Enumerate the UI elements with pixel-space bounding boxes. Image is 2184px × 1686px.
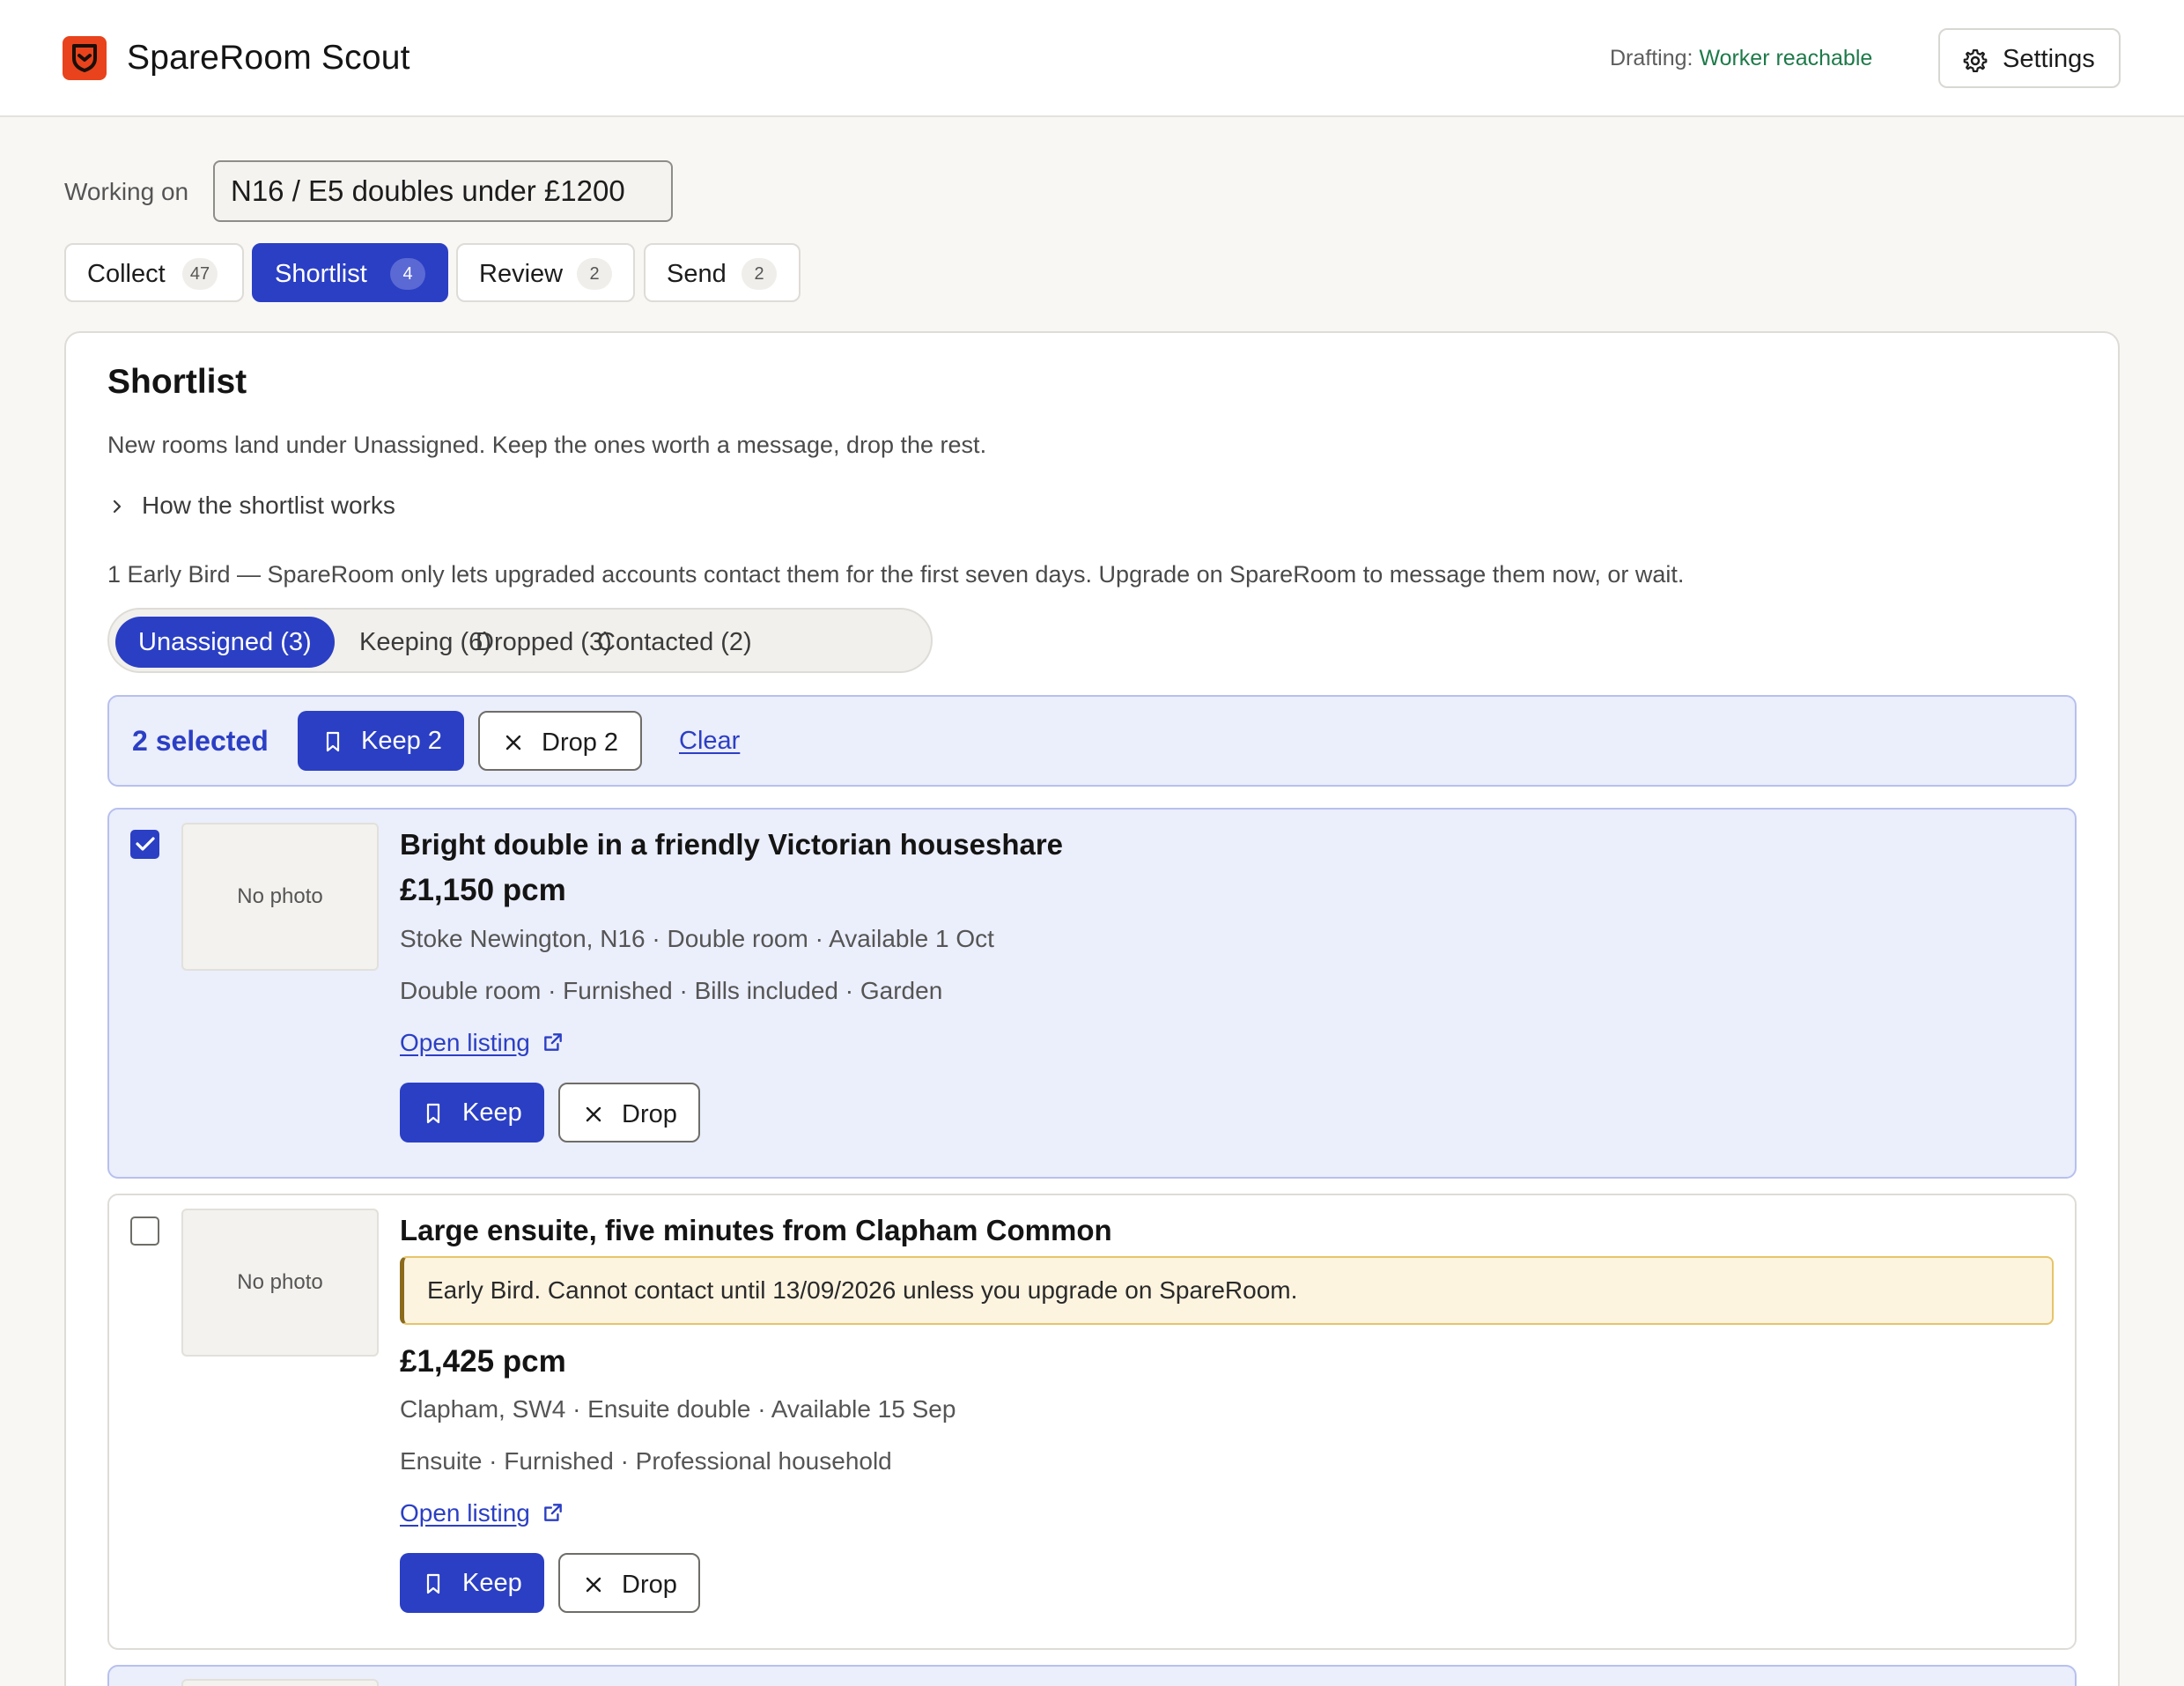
- close-icon: [586, 1106, 601, 1122]
- tab-review[interactable]: Review 2: [456, 243, 635, 302]
- tab-label: Collect: [87, 260, 166, 288]
- bookmark-icon: [426, 1103, 440, 1124]
- close-icon: [505, 735, 521, 751]
- keep-button[interactable]: Keep: [400, 1083, 544, 1142]
- listing-location: Stoke Newington, N16 · Double room · Ava…: [400, 925, 994, 952]
- open-listing-link[interactable]: Open listing: [400, 1029, 562, 1057]
- tab-label: Shortlist: [275, 260, 367, 288]
- listing-title: Large ensuite, five minutes from Clapham…: [400, 1214, 1112, 1246]
- bulk-keep-label: Keep 2: [361, 727, 442, 755]
- gear-icon: [1963, 49, 1988, 72]
- tab-send[interactable]: Send 2: [644, 243, 801, 302]
- listing-price: £1,150 pcm: [400, 873, 566, 907]
- keep-label: Keep: [462, 1098, 522, 1127]
- list-item: [107, 1665, 2077, 1686]
- close-icon: [586, 1577, 601, 1593]
- tab-label: Send: [667, 260, 727, 288]
- tab-count-badge: 4: [390, 258, 425, 290]
- tab-count-badge: 2: [577, 258, 612, 290]
- chevron-right-icon: [113, 499, 122, 514]
- listing-title: Bright double in a friendly Victorian ho…: [400, 828, 1064, 861]
- drafting-status: Drafting: Worker reachable: [1610, 46, 1872, 71]
- keep-label: Keep: [462, 1569, 522, 1597]
- tab-label: Review: [479, 260, 564, 288]
- drop-label: Drop: [622, 1571, 677, 1599]
- keep-button[interactable]: Keep: [400, 1553, 544, 1613]
- listing-features: Ensuite · Furnished · Professional house…: [400, 1447, 892, 1475]
- external-link-icon: [544, 1504, 562, 1521]
- drop-button[interactable]: Drop: [558, 1083, 700, 1142]
- tab-count-badge: 47: [182, 258, 218, 290]
- listing-photo-placeholder: [181, 1679, 379, 1686]
- filter-segmented-control: Unassigned (3) Keeping (6) Dropped (3) C…: [107, 608, 933, 673]
- bookmark-icon: [426, 1573, 440, 1594]
- listing-location: Clapham, SW4 · Ensuite double · Availabl…: [400, 1395, 956, 1423]
- drafting-status-value: Worker reachable: [1699, 46, 1873, 70]
- filter-contacted[interactable]: Contacted (2): [574, 617, 775, 668]
- external-link-icon: [544, 1033, 562, 1051]
- page-title: Shortlist: [107, 363, 247, 401]
- tab-shortlist[interactable]: Shortlist 4: [252, 243, 448, 302]
- search-name-input[interactable]: [213, 160, 673, 222]
- listing-photo-placeholder: No photo: [181, 1209, 379, 1357]
- early-bird-note: 1 Early Bird — SpareRoom only lets upgra…: [107, 561, 1685, 588]
- listing-photo-placeholder: No photo: [181, 823, 379, 971]
- listing-features: Double room · Furnished · Bills included…: [400, 977, 943, 1004]
- open-listing-label: Open listing: [400, 1499, 530, 1527]
- app-logo-icon: [63, 36, 107, 80]
- tab-count-badge: 2: [742, 258, 777, 290]
- listing-price: £1,425 pcm: [400, 1344, 566, 1379]
- listing-checkbox[interactable]: [130, 1216, 159, 1246]
- settings-label: Settings: [2003, 45, 2095, 73]
- open-listing-label: Open listing: [400, 1029, 530, 1056]
- app-title: SpareRoom Scout: [127, 39, 410, 77]
- selection-count: 2 selected: [132, 725, 269, 757]
- top-bar: SpareRoom Scout Drafting: Worker reachab…: [0, 0, 2184, 117]
- bulk-drop-button[interactable]: Drop 2: [478, 711, 642, 771]
- bookmark-icon: [326, 731, 340, 752]
- how-shortlist-works-label: How the shortlist works: [142, 492, 395, 519]
- bulk-drop-label: Drop 2: [542, 728, 619, 757]
- settings-button[interactable]: Settings: [1938, 28, 2121, 88]
- check-icon: [136, 837, 155, 851]
- drafting-label: Drafting:: [1610, 46, 1693, 70]
- early-bird-warning: Early Bird. Cannot contact until 13/09/2…: [400, 1256, 2054, 1325]
- filter-unassigned[interactable]: Unassigned (3): [115, 617, 335, 668]
- drop-button[interactable]: Drop: [558, 1553, 700, 1613]
- open-listing-link[interactable]: Open listing: [400, 1499, 562, 1527]
- bulk-keep-button[interactable]: Keep 2: [298, 711, 464, 771]
- working-on-label: Working on: [64, 178, 189, 205]
- clear-selection-link[interactable]: Clear: [679, 727, 740, 756]
- listing-checkbox[interactable]: [130, 830, 159, 859]
- shortlist-description: New rooms land under Unassigned. Keep th…: [107, 432, 987, 458]
- tab-collect[interactable]: Collect 47: [64, 243, 244, 302]
- drop-label: Drop: [622, 1100, 677, 1128]
